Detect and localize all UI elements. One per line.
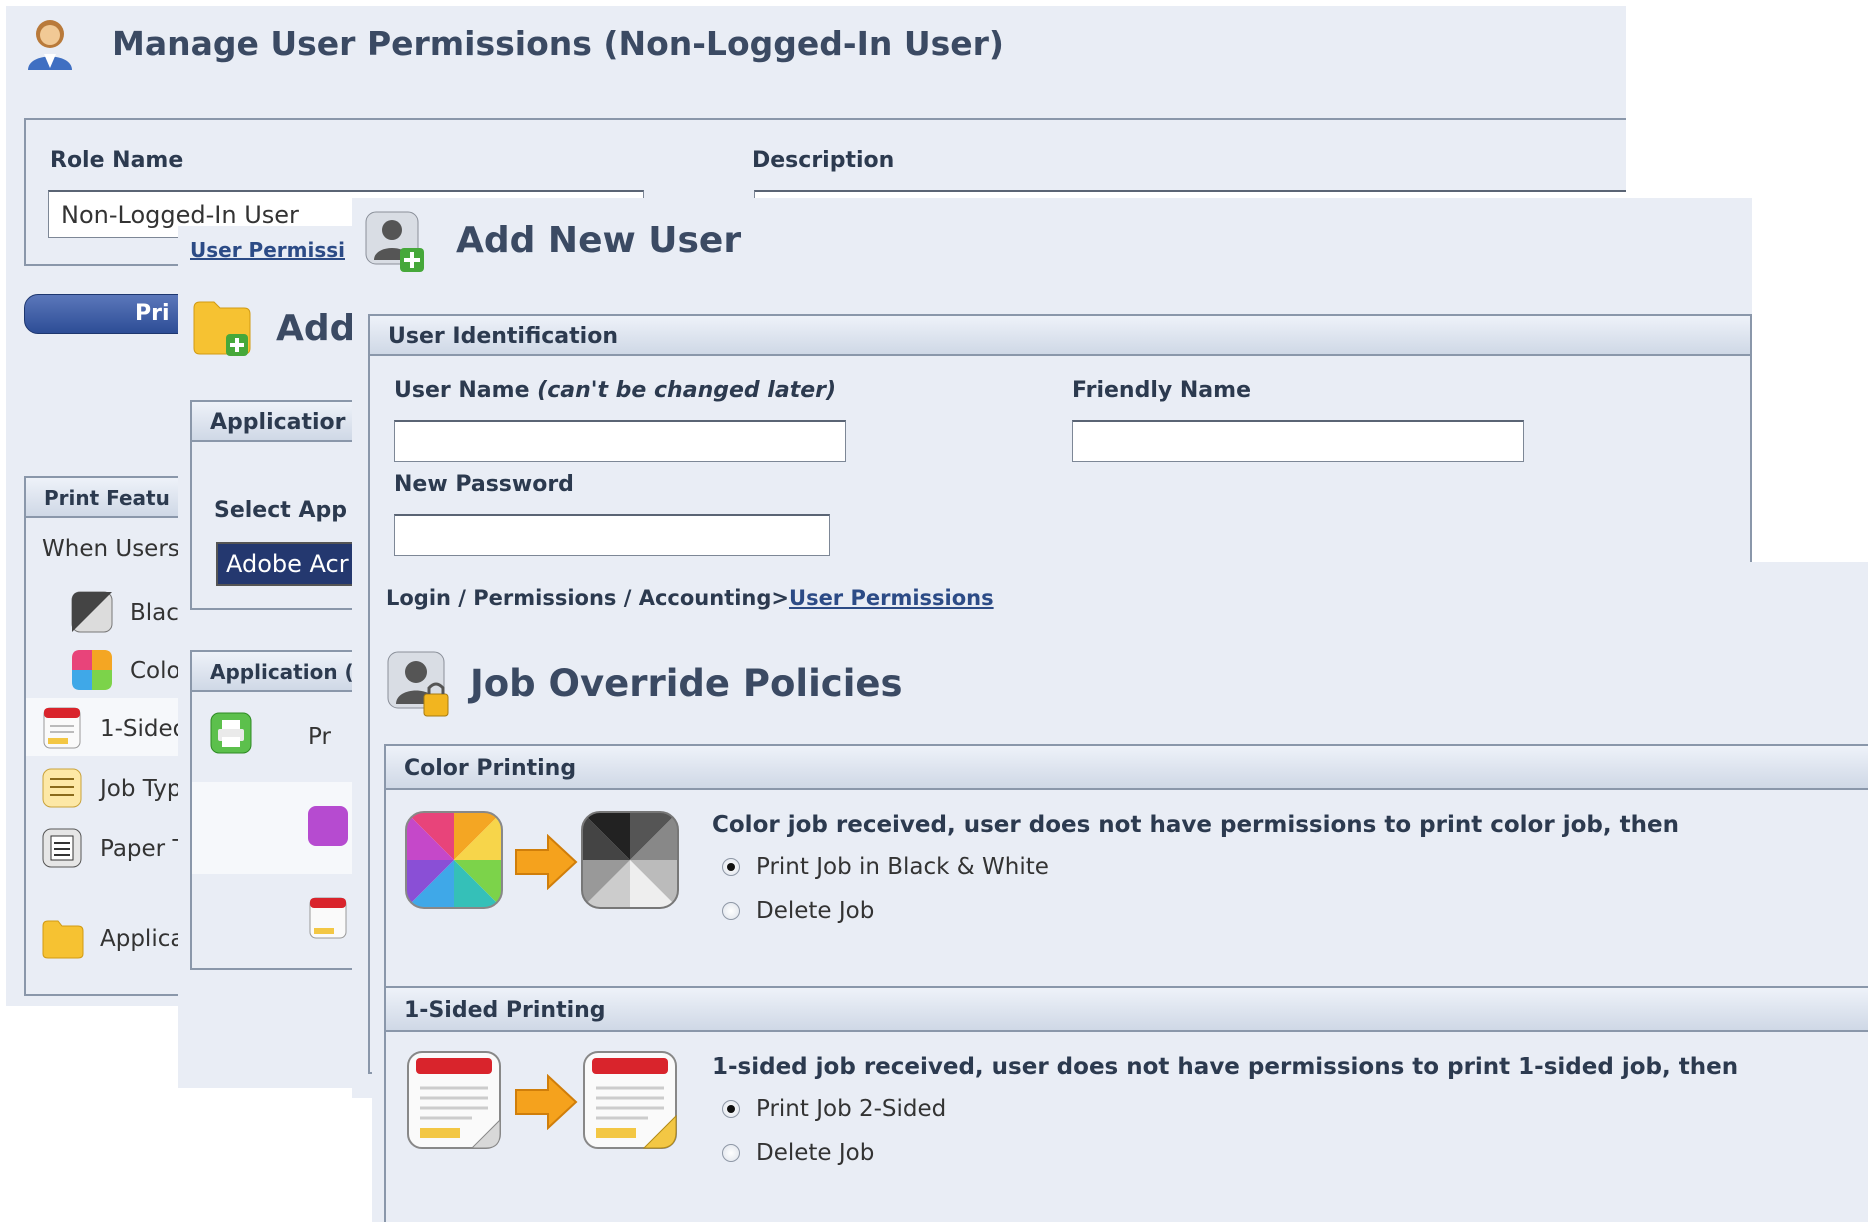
arrow-right-icon <box>515 1074 578 1130</box>
new-password-input[interactable] <box>394 514 830 556</box>
job-type-icon <box>42 768 82 808</box>
page-title: Manage User Permissions (Non-Logged-In U… <box>112 24 1005 63</box>
user-name-note: (can't be changed later) <box>537 378 837 403</box>
paper-icon <box>42 828 82 868</box>
color-printing-header: Color Printing <box>386 746 1868 790</box>
add-application-title: Add <box>276 308 356 349</box>
radio-print-black-white-label: Print Job in Black & White <box>756 854 1049 880</box>
two-sided-document-icon <box>583 1051 677 1149</box>
new-password-label: New Password <box>394 472 574 497</box>
color-palette-icon <box>405 811 503 909</box>
add-user-icon <box>365 211 424 272</box>
radio-delete-job-color-label: Delete Job <box>756 898 875 924</box>
friendly-name-label: Friendly Name <box>1072 378 1251 403</box>
feature-label: Paper T <box>100 836 187 862</box>
add-folder-icon <box>193 301 251 356</box>
friendly-name-input[interactable] <box>1072 420 1524 462</box>
feature-label: 1-Sided <box>100 716 188 742</box>
one-sided-icon <box>43 707 81 749</box>
folder-icon <box>42 920 84 959</box>
color-icon <box>72 650 112 690</box>
user-icon <box>28 20 72 70</box>
radio-print-two-sided[interactable] <box>722 1100 740 1118</box>
user-lock-icon <box>387 651 449 717</box>
print-button-label: Pri <box>135 301 170 326</box>
role-name-label: Role Name <box>50 148 184 173</box>
add-user-title: Add New User <box>456 220 742 261</box>
color-icon <box>308 806 348 846</box>
radio-delete-job-sided-label: Delete Job <box>756 1140 875 1166</box>
radio-print-two-sided-label: Print Job 2-Sided <box>756 1096 947 1122</box>
color-printing-panel: Color Printing Color job received, user … <box>384 744 1868 988</box>
description-label: Description <box>752 148 895 173</box>
job-override-title: Job Override Policies <box>470 662 903 705</box>
feature-label: Job Typ <box>100 776 182 802</box>
one-sided-printing-panel: 1-Sided Printing 1-sided job received, u… <box>384 986 1868 1222</box>
feature-label: Blac <box>130 600 179 626</box>
application-row-text: Pr <box>308 724 331 750</box>
arrow-right-icon <box>515 834 578 890</box>
printer-icon <box>210 712 252 754</box>
one-sided-document-icon <box>407 1051 501 1149</box>
black-white-icon <box>71 591 113 633</box>
one-sided-policy-message: 1-sided job received, user does not have… <box>712 1054 1739 1080</box>
breadcrumb: Login / Permissions / Accounting>User Pe… <box>386 586 994 610</box>
user-name-input[interactable] <box>394 420 846 462</box>
feature-label: Applica <box>100 926 185 952</box>
user-identification-header: User Identification <box>370 316 1750 356</box>
one-sided-icon <box>309 897 347 939</box>
one-sided-printing-header: 1-Sided Printing <box>386 988 1868 1032</box>
when-users-text: When Users <box>42 536 180 562</box>
breadcrumb-path: Login / Permissions / Accounting> <box>386 586 790 610</box>
radio-delete-job-sided[interactable] <box>722 1144 740 1162</box>
breadcrumb-user-permissions-link[interactable]: User Permissions <box>789 586 994 610</box>
user-permissions-link[interactable]: User Permissi <box>190 238 345 262</box>
color-policy-message: Color job received, user does not have p… <box>712 812 1679 838</box>
radio-delete-job-color[interactable] <box>722 902 740 920</box>
grayscale-icon <box>581 811 679 909</box>
user-name-label: User Name (can't be changed later) <box>394 378 837 403</box>
select-application-label: Select App <box>214 498 347 523</box>
radio-print-black-white[interactable] <box>722 858 740 876</box>
feature-label: Colo <box>130 658 181 684</box>
job-override-window: Login / Permissions / Accounting>User Pe… <box>372 562 1868 1222</box>
